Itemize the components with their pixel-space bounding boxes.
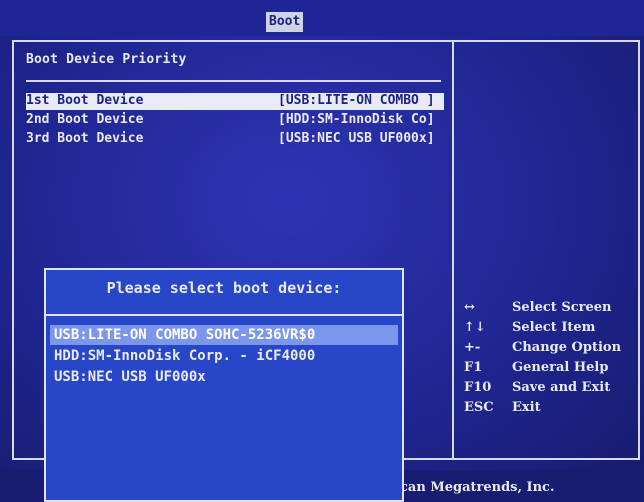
bios-screen: Boot Boot Device Priority 1st Boot Devic… xyxy=(0,0,644,502)
boot-device-popup: Please select boot device: USB:LITE-ON C… xyxy=(44,268,404,502)
help-row: ESC Exit xyxy=(464,400,634,420)
row-value: [USB:NEC USB UF000x] xyxy=(278,131,435,146)
help-action: Save and Exit xyxy=(512,380,611,395)
row-label: 1st Boot Device xyxy=(26,93,144,108)
boot-option[interactable]: HDD:SM-InnoDisk Corp. - iCF4000 xyxy=(50,346,398,366)
help-key: ESC xyxy=(464,400,494,415)
boot-priority-row-2[interactable]: 2nd Boot Device [HDD:SM-InnoDisk Co] xyxy=(26,112,444,129)
popup-divider xyxy=(46,314,402,316)
boot-option[interactable]: USB:NEC USB UF000x xyxy=(50,367,398,387)
help-action: Exit xyxy=(512,400,541,415)
boot-option[interactable]: USB:LITE-ON COMBO SOHC-5236VR$0 xyxy=(50,325,398,345)
top-bar: Boot xyxy=(0,0,644,36)
section-divider xyxy=(26,80,441,82)
help-row: ↔ Select Screen xyxy=(464,300,634,320)
help-row: ↑↓ Select Item xyxy=(464,320,634,340)
help-row: F1 General Help xyxy=(464,360,634,380)
row-value: [USB:LITE-ON COMBO ] xyxy=(278,93,435,108)
popup-title: Please select boot device: xyxy=(106,279,342,297)
boot-priority-row-3[interactable]: 3rd Boot Device [USB:NEC USB UF000x] xyxy=(26,131,444,148)
row-label: 2nd Boot Device xyxy=(26,112,144,127)
row-label: 3rd Boot Device xyxy=(26,131,144,146)
help-action: Select Item xyxy=(512,320,596,335)
boot-priority-row-1[interactable]: 1st Boot Device [USB:LITE-ON COMBO ] xyxy=(26,93,444,110)
help-action: General Help xyxy=(512,360,609,375)
help-panel: ↔ Select Screen ↑↓ Select Item +- Change… xyxy=(464,300,634,420)
help-key: F10 xyxy=(464,380,492,395)
plus-minus-icon: +- xyxy=(464,340,481,355)
help-action: Select Screen xyxy=(512,300,612,315)
help-row: +- Change Option xyxy=(464,340,634,360)
help-key: F1 xyxy=(464,360,483,375)
tab-boot[interactable]: Boot xyxy=(266,12,304,32)
section-title: Boot Device Priority xyxy=(26,52,187,67)
row-value: [HDD:SM-InnoDisk Co] xyxy=(278,112,435,127)
copyright-text: can Megatrends, Inc. xyxy=(400,480,555,495)
frame-divider xyxy=(452,40,454,460)
help-row: F10 Save and Exit xyxy=(464,380,634,400)
left-right-arrow-icon: ↔ xyxy=(464,300,475,315)
help-action: Change Option xyxy=(512,340,622,355)
up-down-arrow-icon: ↑↓ xyxy=(464,320,486,335)
